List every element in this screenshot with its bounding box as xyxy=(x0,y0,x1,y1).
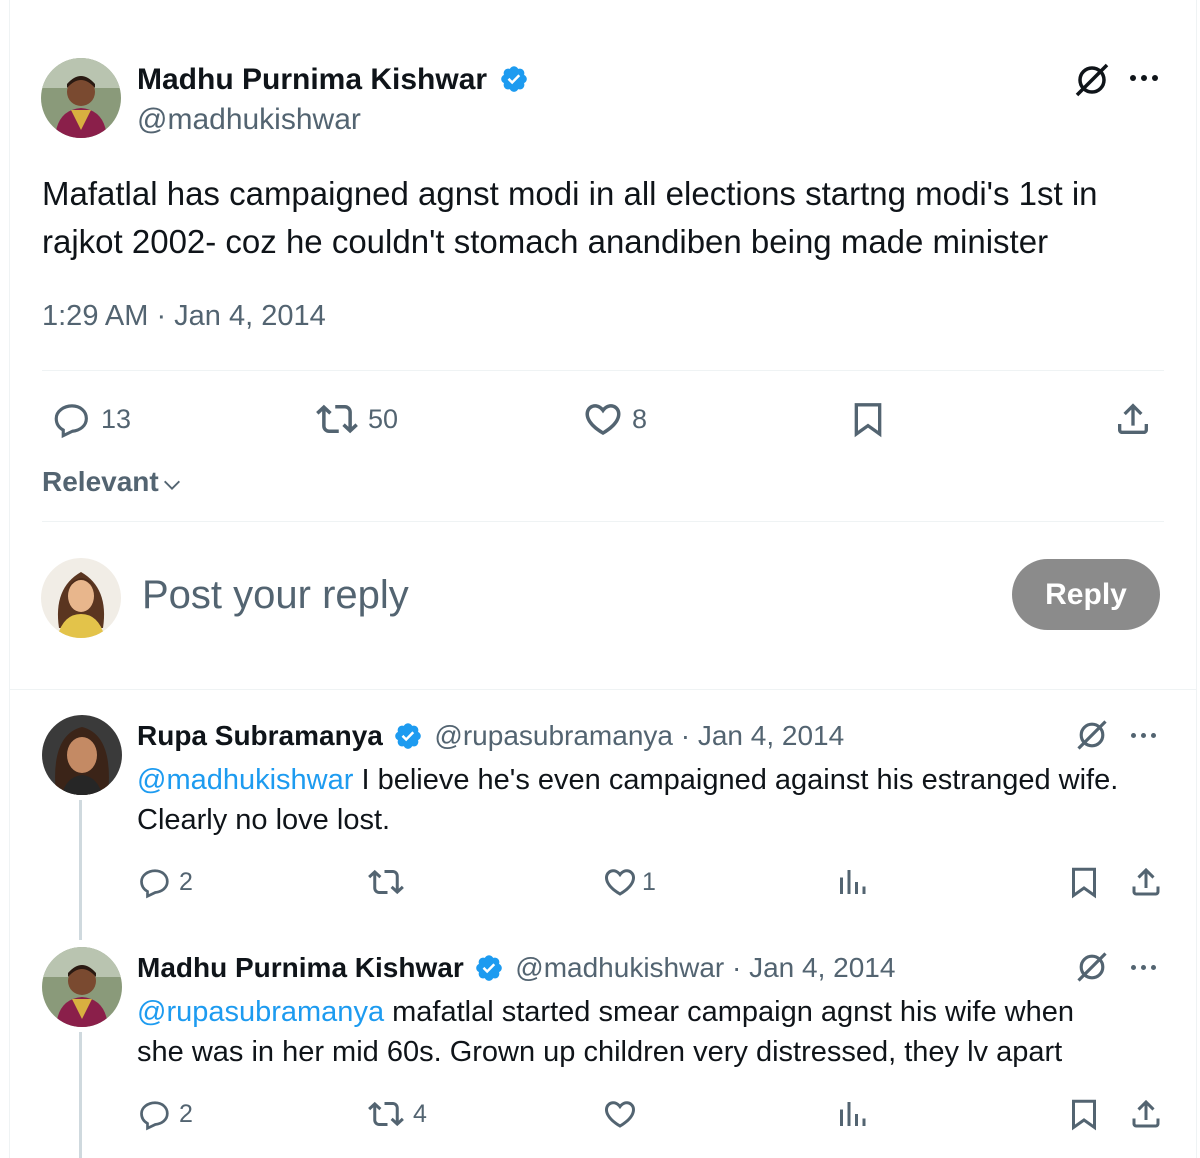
more-options-icon[interactable] xyxy=(1131,965,1156,970)
sort-label: Relevant xyxy=(42,466,159,497)
author-name[interactable]: Madhu Purnima Kishwar xyxy=(137,60,529,100)
thread-line xyxy=(79,800,82,940)
author-name-text[interactable]: Madhu Purnima Kishwar xyxy=(137,63,487,96)
reply-author-name[interactable]: Rupa Subramanya xyxy=(137,720,383,751)
share-action[interactable] xyxy=(1128,1096,1164,1132)
reply-button[interactable]: Reply xyxy=(1012,559,1160,630)
chevron-down-icon xyxy=(163,480,180,490)
like-count: 8 xyxy=(632,403,648,434)
reply-text-line1: mafatlal started smear campaign agnst hi… xyxy=(384,996,1074,1028)
reply-action[interactable]: 13 xyxy=(51,398,131,440)
reply-count: 13 xyxy=(101,403,132,434)
bookmark-icon xyxy=(1072,867,1096,899)
analytics-icon xyxy=(840,1102,866,1126)
author-handle[interactable]: @madhukishwar xyxy=(137,101,361,139)
repost-icon xyxy=(316,404,358,434)
author-avatar[interactable] xyxy=(41,58,121,138)
reply-meta[interactable]: @madhukishwar · Jan 4, 2014 xyxy=(515,952,895,983)
reply-header: Rupa Subramanya @rupasubramanya · Jan 4,… xyxy=(137,716,844,756)
reply-action[interactable]: 2 xyxy=(137,864,193,900)
reply-text-line2: Clearly no love lost. xyxy=(137,804,391,836)
reply-header: Madhu Purnima Kishwar @madhukishwar · Ja… xyxy=(137,948,895,988)
bookmark-action[interactable] xyxy=(848,398,888,440)
reply-icon xyxy=(54,404,88,439)
views-action[interactable] xyxy=(834,864,870,900)
like-count: 1 xyxy=(642,867,656,896)
repost-icon xyxy=(368,869,404,895)
divider xyxy=(42,370,1164,371)
reply-avatar[interactable] xyxy=(42,715,122,795)
repost-action[interactable]: 50 xyxy=(314,398,398,440)
reply-count: 2 xyxy=(179,1099,193,1128)
share-action[interactable] xyxy=(1113,398,1153,440)
post-timestamp[interactable]: 1:29 AM · Jan 4, 2014 xyxy=(42,297,326,335)
reply-avatar[interactable] xyxy=(42,947,122,1027)
heart-icon xyxy=(604,1101,636,1128)
share-icon xyxy=(1132,867,1160,896)
more-options-icon[interactable] xyxy=(1130,75,1158,81)
verified-badge-icon xyxy=(394,722,421,749)
reply-icon xyxy=(140,1101,169,1131)
verified-badge-icon xyxy=(501,66,528,92)
repost-action[interactable] xyxy=(367,864,413,900)
bookmark-action[interactable] xyxy=(1066,1096,1102,1132)
divider xyxy=(10,689,1196,690)
reply-composer-input[interactable]: Post your reply xyxy=(142,570,409,620)
bookmark-icon xyxy=(854,403,882,438)
reply-count: 2 xyxy=(179,867,193,896)
reply-action[interactable]: 2 xyxy=(137,1096,193,1132)
reply-author-name[interactable]: Madhu Purnima Kishwar xyxy=(137,952,464,983)
repost-count: 50 xyxy=(368,403,399,434)
mention-link[interactable]: @rupasubramanya xyxy=(137,996,384,1028)
reply-text-line1: I believe he's even campaigned against h… xyxy=(353,764,1119,796)
grok-icon[interactable] xyxy=(1074,949,1110,985)
analytics-icon xyxy=(840,870,866,894)
post-text-line1: Mafatlal has campaigned agnst modi in al… xyxy=(42,175,1098,212)
thread-line xyxy=(79,1032,82,1158)
grok-icon[interactable] xyxy=(1074,717,1110,753)
divider xyxy=(42,521,1164,522)
reply-text-line2: she was in her mid 60s. Grown up childre… xyxy=(137,1036,1063,1068)
repost-count: 4 xyxy=(413,1099,427,1128)
like-action[interactable]: 8 xyxy=(582,398,647,440)
heart-icon xyxy=(604,869,636,896)
bookmark-action[interactable] xyxy=(1066,864,1102,900)
reply-meta[interactable]: @rupasubramanya · Jan 4, 2014 xyxy=(434,720,844,751)
bookmark-icon xyxy=(1072,1099,1096,1131)
sort-dropdown[interactable]: Relevant xyxy=(42,464,183,500)
mention-link[interactable]: @madhukishwar xyxy=(137,764,353,796)
reply-text: @madhukishwar I believe he's even campai… xyxy=(137,760,1118,840)
like-action[interactable] xyxy=(602,1096,646,1132)
verified-badge-icon xyxy=(475,954,502,981)
share-action[interactable] xyxy=(1128,864,1164,900)
post-text-line2: rajkot 2002- coz he couldn't stomach ana… xyxy=(42,223,1049,260)
post-text: Mafatlal has campaigned agnst modi in al… xyxy=(42,170,1098,266)
heart-icon xyxy=(585,404,621,436)
share-icon xyxy=(1118,403,1148,434)
repost-action[interactable]: 4 xyxy=(367,1096,427,1132)
reply-icon xyxy=(140,869,169,899)
like-action[interactable]: 1 xyxy=(602,864,656,900)
repost-icon xyxy=(368,1101,404,1127)
views-action[interactable] xyxy=(834,1096,870,1132)
grok-icon[interactable] xyxy=(1072,60,1112,100)
frame-border-left xyxy=(9,0,10,1158)
share-icon xyxy=(1132,1099,1160,1128)
current-user-avatar[interactable] xyxy=(41,558,121,638)
more-options-icon[interactable] xyxy=(1131,733,1156,738)
reply-text: @rupasubramanya mafatlal started smear c… xyxy=(137,992,1074,1072)
frame-border-right xyxy=(1196,0,1197,1158)
